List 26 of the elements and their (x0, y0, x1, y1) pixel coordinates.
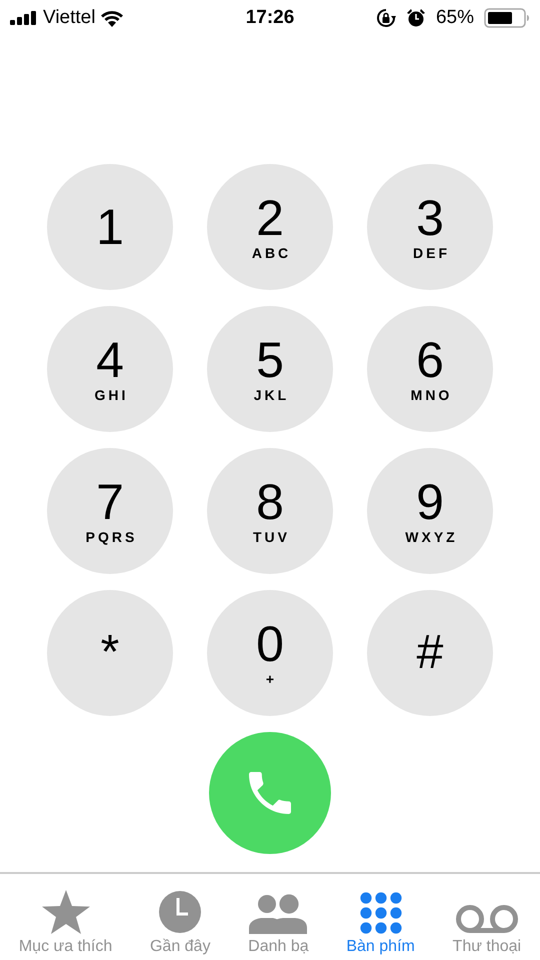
keypad-key[interactable]: 2 ABC (207, 164, 333, 290)
keypad-key[interactable]: 7 PQRS (47, 448, 173, 574)
clock-time: 17:26 (246, 7, 294, 29)
star-icon (42, 890, 90, 934)
keypad-key[interactable]: 0 + (207, 590, 333, 716)
tab-bar-item[interactable]: Bàn phím (346, 892, 415, 956)
clock-icon (158, 890, 202, 934)
keypad-key[interactable]: 1 (47, 164, 173, 290)
alarm-icon (406, 8, 426, 28)
signal-icon (10, 11, 38, 25)
keypad-key[interactable]: # (367, 590, 493, 716)
keypad-key[interactable]: * (47, 590, 173, 716)
carrier-name: Viettel (43, 7, 96, 29)
keypad-key[interactable]: 8 TUV (207, 448, 333, 574)
voicemail-icon (454, 904, 519, 934)
rotation-lock-icon (376, 8, 396, 28)
battery-percent: 65% (436, 7, 474, 29)
keypad-key[interactable]: 5 JKL (207, 306, 333, 432)
keypad-key[interactable]: 3 DEF (367, 164, 493, 290)
contacts-icon (249, 894, 308, 934)
battery-icon (484, 8, 530, 28)
keypad-key[interactable]: 6 MNO (367, 306, 493, 432)
wifi-icon (100, 10, 124, 26)
keypad-icon (360, 892, 402, 934)
keypad-key[interactable]: 4 GHI (47, 306, 173, 432)
keypad-key[interactable]: 9 WXYZ (367, 448, 493, 574)
